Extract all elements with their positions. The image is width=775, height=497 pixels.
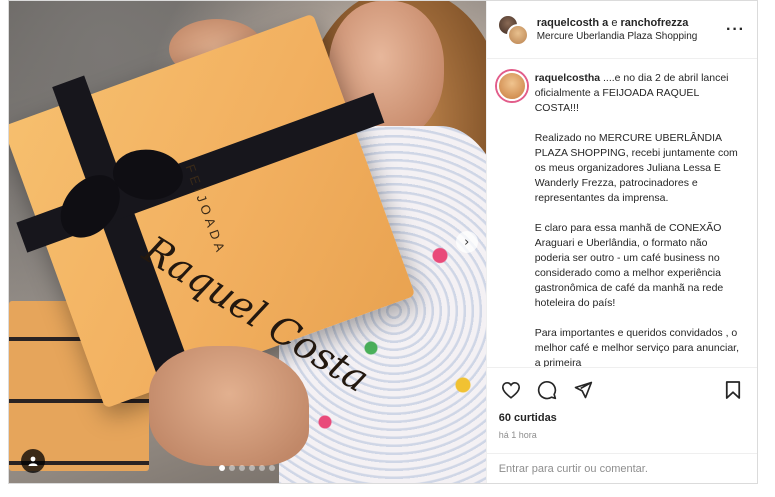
carousel-dot (229, 465, 236, 471)
username-link-primary[interactable]: raquelcosth a (537, 17, 609, 29)
bookmark-icon (725, 380, 741, 399)
location-link[interactable]: Mercure Uberlandia Plaza Shopping (537, 30, 716, 44)
carousel-indicators (9, 465, 486, 471)
post-media[interactable]: FEIJOADA Raquel Costa › (9, 1, 486, 483)
caption-paragraph: raquelcostha ....e no dia 2 de abril lan… (535, 71, 743, 116)
caption-username[interactable]: raquelcostha (535, 72, 600, 84)
comment-bar (486, 453, 757, 483)
action-bar (486, 367, 757, 411)
username-link-secondary[interactable]: ranchofrezza (621, 17, 689, 29)
caption-area: raquelcostha ....e no dia 2 de abril lan… (487, 59, 757, 367)
collab-usernames: raquelcosth a e ranchofrezza (537, 16, 716, 30)
carousel-dot (259, 465, 266, 471)
avatar (506, 23, 529, 46)
carousel-dot (269, 465, 276, 471)
caption-paragraph: Para importantes e queridos convidados ,… (534, 327, 739, 367)
likes-count[interactable]: 60 curtidas (487, 411, 757, 426)
like-button[interactable] (499, 378, 523, 402)
caption-paragraph: Realizado no MERCURE UBERLÂNDIA PLAZA SH… (534, 132, 738, 204)
post-timestamp[interactable]: há 1 hora (487, 426, 757, 441)
carousel-dot (219, 465, 226, 471)
heart-icon (501, 381, 520, 399)
chevron-right-icon: › (464, 234, 470, 250)
carousel-dot (239, 465, 246, 471)
post-caption: raquelcostha ....e no dia 2 de abril lan… (535, 71, 743, 367)
instagram-post: FEIJOADA Raquel Costa › raquelcosth a e … (8, 0, 758, 484)
more-options-button[interactable]: ··· (724, 21, 747, 39)
more-horizontal-icon: ··· (726, 20, 745, 38)
post-header: raquelcosth a e ranchofrezza Mercure Ube… (486, 1, 757, 59)
header-text: raquelcosth a e ranchofrezza Mercure Ube… (537, 16, 716, 44)
hand-bottom (149, 346, 309, 466)
comment-button[interactable] (535, 378, 559, 402)
collab-avatars[interactable] (496, 13, 529, 46)
caption-paragraph: E claro para essa manhã de CONEXÃO Aragu… (534, 222, 724, 309)
carousel-dot (249, 465, 256, 471)
carousel-next-button[interactable]: › (455, 231, 478, 253)
send-icon (574, 381, 592, 398)
post-side-panel: raquelcosth a e ranchofrezza Mercure Ube… (485, 1, 757, 483)
avatar[interactable] (496, 71, 527, 101)
comment-input[interactable] (498, 462, 745, 475)
username-connector: e (611, 16, 618, 29)
save-button[interactable] (721, 378, 745, 402)
share-button[interactable] (571, 378, 595, 402)
comment-icon (537, 380, 556, 399)
